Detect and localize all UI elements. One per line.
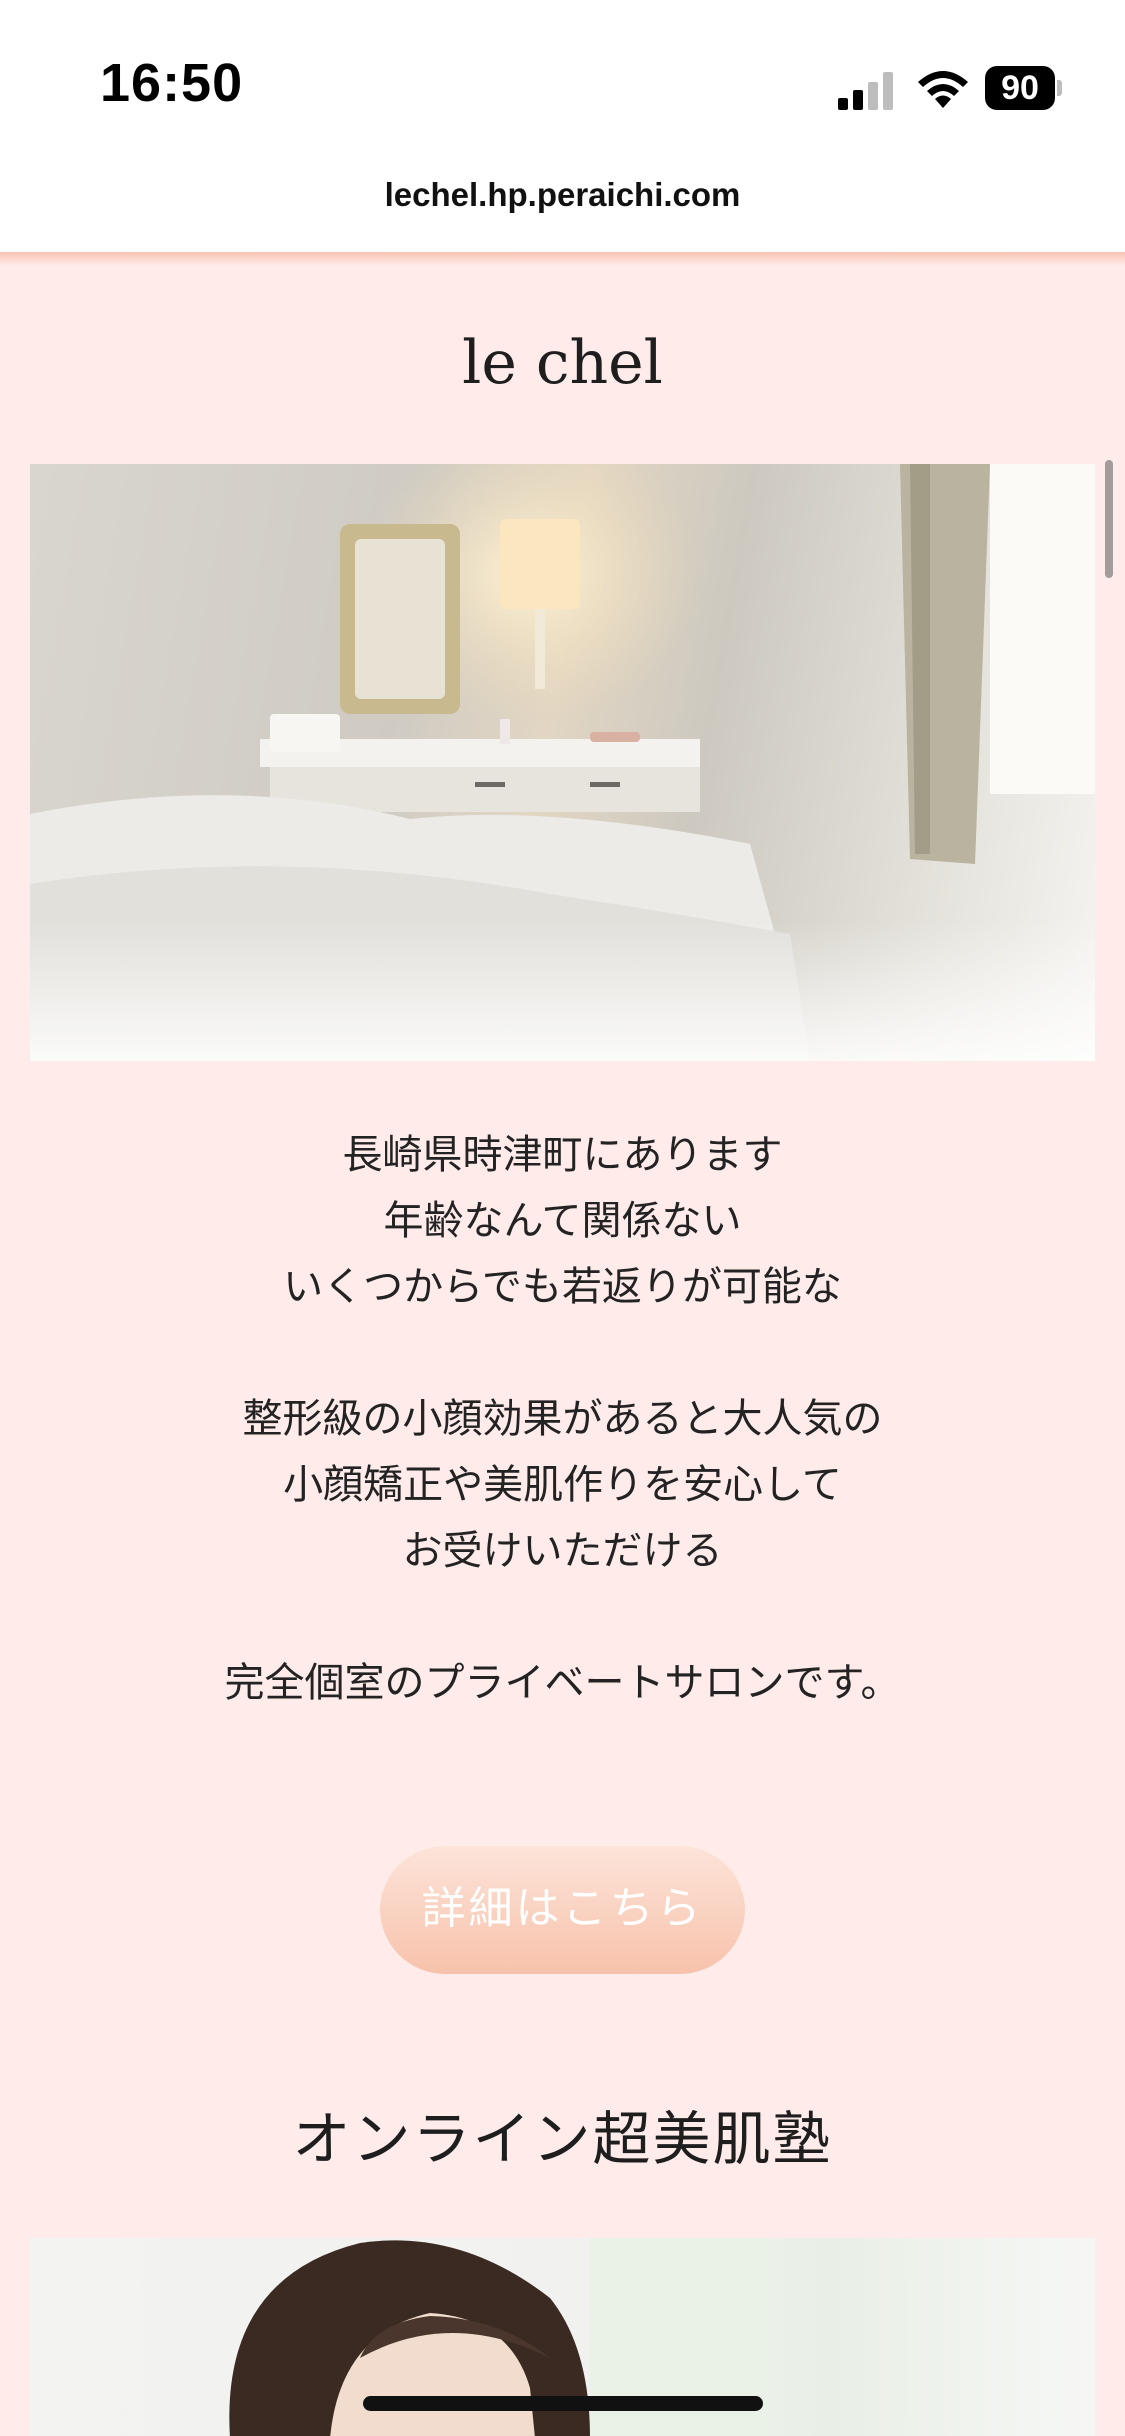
battery-icon: 90 <box>985 66 1062 110</box>
intro-line: 小顔矯正や美肌作りを安心して <box>283 1462 842 1508</box>
page-content: le chel 長崎県時津町にあります 年齢なんて関係ない いくつからでも若返り… <box>0 252 1125 2436</box>
home-indicator[interactable] <box>363 2396 763 2411</box>
intro-line: 長崎県時津町にあります <box>342 1132 783 1178</box>
status-time: 16:50 <box>100 53 244 113</box>
site-title: le chel <box>462 328 663 398</box>
intro-line: 年齢なんて関係ない <box>383 1198 742 1244</box>
details-button[interactable]: 詳細はこちら <box>380 1844 745 1974</box>
url-bar[interactable]: lechel.hp.peraichi.com <box>0 176 1125 214</box>
intro-line: いくつからでも若返りが可能な <box>283 1264 842 1310</box>
wifi-icon <box>918 71 968 108</box>
battery-level: 90 <box>985 66 1055 110</box>
intro-line: 完全個室のプライベートサロンです。 <box>224 1660 901 1706</box>
cellular-signal-icon <box>838 72 893 110</box>
intro-line: お受けいただける <box>402 1528 723 1574</box>
scrollbar[interactable] <box>1105 460 1113 578</box>
browser-chrome: 16:50 90 lechel.hp.peraichi.com <box>0 0 1125 252</box>
intro-line: 整形級の小顔効果があると大人気の <box>242 1396 883 1442</box>
header-band <box>0 252 1125 266</box>
section-title-online: オンライン超美肌塾 <box>292 2105 833 2173</box>
intro-text: 長崎県時津町にあります 年齢なんて関係ない いくつからでも若返りが可能な 整形級… <box>0 1122 1125 1716</box>
salon-room-image <box>30 464 1095 1061</box>
